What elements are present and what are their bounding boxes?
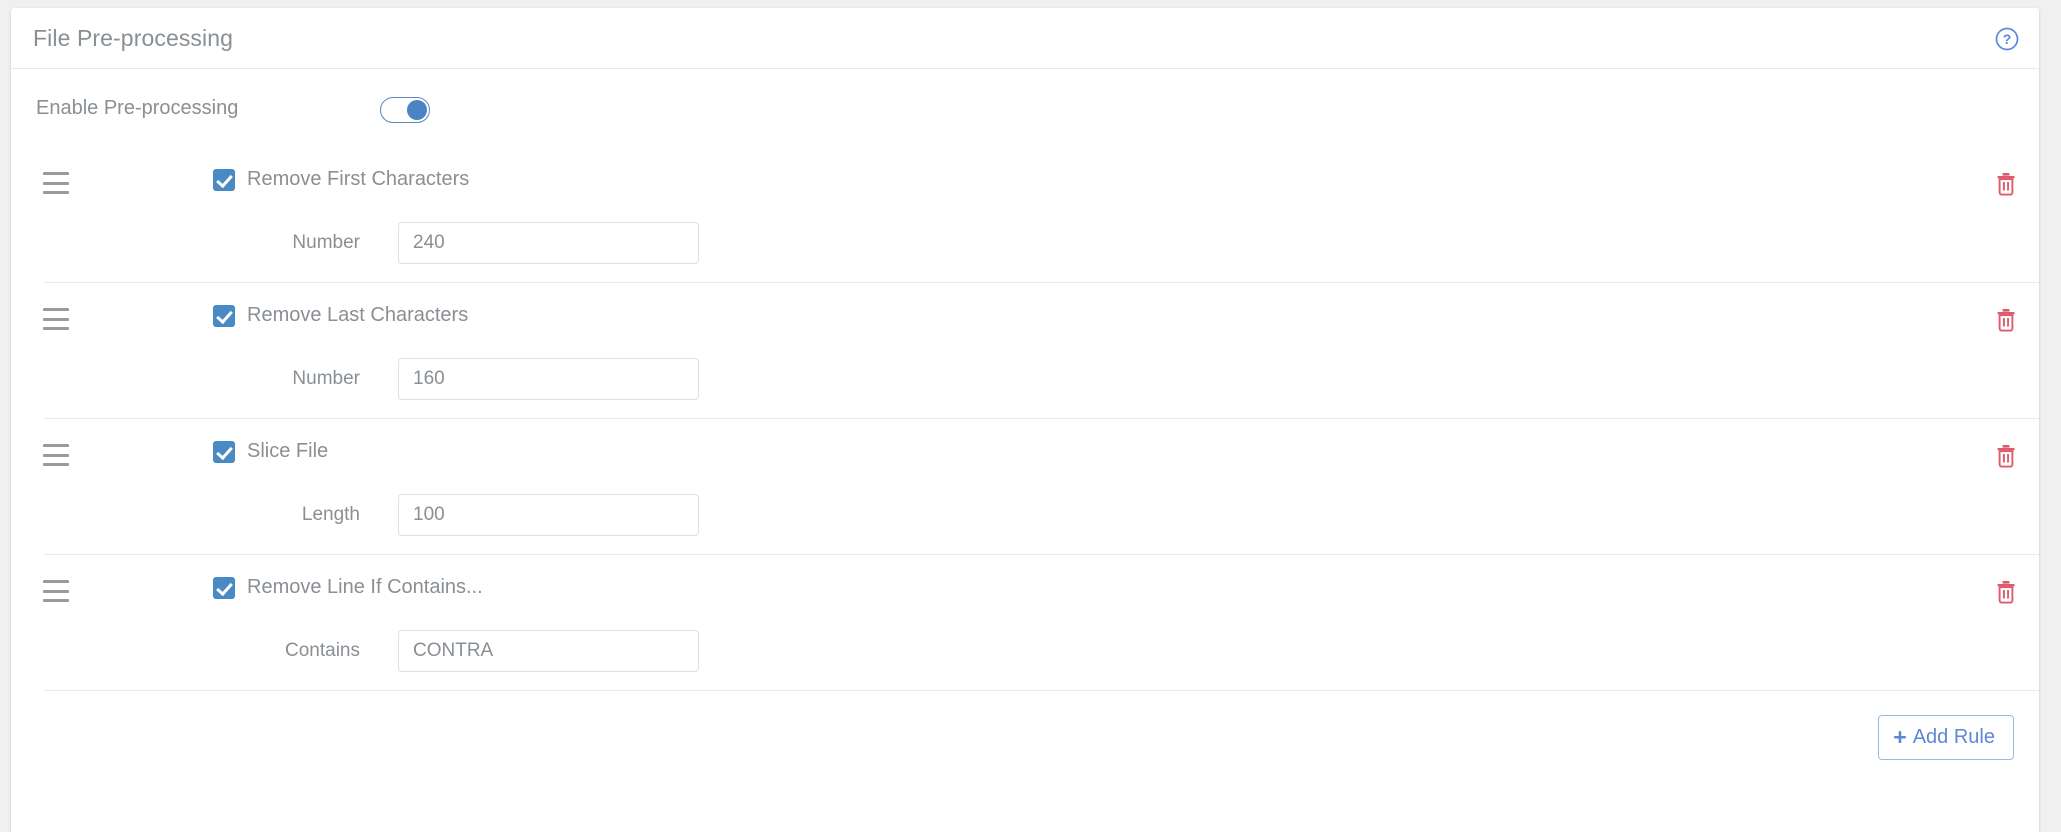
page-title: File Pre-processing: [33, 25, 234, 51]
drag-handle-icon[interactable]: [43, 172, 71, 194]
rule-enabled-checkbox-group: Remove Last Characters: [213, 304, 468, 327]
file-preprocessing-panel: File Pre-processing ? Enable Pre-process…: [11, 8, 2039, 832]
rule-field-input[interactable]: [398, 358, 699, 400]
rule-row: Slice File Length: [43, 419, 2039, 555]
rule-field-input[interactable]: [398, 494, 699, 536]
rule-name-label: Remove Line If Contains...: [247, 576, 483, 598]
drag-handle-icon[interactable]: [43, 580, 71, 602]
rule-enabled-checkbox-group: Remove Line If Contains...: [213, 576, 483, 599]
rule-enabled-checkbox[interactable]: [213, 440, 235, 463]
rule-enabled-checkbox[interactable]: [213, 576, 235, 599]
rule-name-label: Remove Last Characters: [247, 304, 469, 326]
enable-preprocessing-label: Enable Pre-processing: [36, 97, 239, 119]
rule-field-input[interactable]: [398, 630, 699, 672]
rule-field-label: Number: [292, 232, 360, 253]
rule-field-group: Contains: [213, 630, 699, 672]
rule-enabled-checkbox-group: Slice File: [213, 440, 328, 463]
trash-icon[interactable]: [1995, 308, 2017, 332]
panel-header: File Pre-processing ?: [11, 8, 2039, 69]
rule-row: Remove Line If Contains... Contains: [43, 555, 2039, 691]
rule-enabled-checkbox-group: Remove First Characters: [213, 168, 469, 191]
rule-field-label: Contains: [285, 640, 360, 661]
rule-row: Remove Last Characters Number: [43, 283, 2039, 419]
enable-preprocessing-row: Enable Pre-processing: [11, 69, 2039, 147]
trash-icon[interactable]: [1995, 444, 2017, 468]
page-root: File Pre-processing ? Enable Pre-process…: [0, 0, 2061, 832]
rule-enabled-checkbox[interactable]: [213, 168, 235, 191]
rule-name-label: Remove First Characters: [247, 168, 470, 190]
add-rule-label: Add Rule: [1912, 726, 1995, 748]
trash-icon[interactable]: [1995, 172, 2017, 196]
rule-enabled-checkbox[interactable]: [213, 304, 235, 327]
plus-icon: +: [1893, 724, 1907, 750]
help-circle-icon[interactable]: ?: [1994, 26, 2020, 52]
enable-preprocessing-toggle[interactable]: [380, 97, 430, 123]
rule-field-group: Length: [213, 494, 699, 536]
rule-name-label: Slice File: [247, 440, 329, 462]
rule-field-group: Number: [213, 222, 699, 264]
rule-row: Remove First Characters Number: [43, 147, 2039, 283]
add-rule-button[interactable]: + Add Rule: [1878, 715, 2014, 760]
trash-icon[interactable]: [1995, 580, 2017, 604]
panel-footer: + Add Rule: [11, 691, 2039, 796]
drag-handle-icon[interactable]: [43, 444, 71, 466]
toggle-knob: [407, 100, 427, 120]
rule-field-label: Length: [301, 504, 360, 525]
rule-field-input[interactable]: [398, 222, 699, 264]
rule-field-group: Number: [213, 358, 699, 400]
svg-text:?: ?: [2003, 31, 2012, 47]
rules-list: Remove First Characters Number 240 Remov…: [11, 147, 2039, 691]
drag-handle-icon[interactable]: [43, 308, 71, 330]
rule-field-label: Number: [292, 368, 360, 389]
